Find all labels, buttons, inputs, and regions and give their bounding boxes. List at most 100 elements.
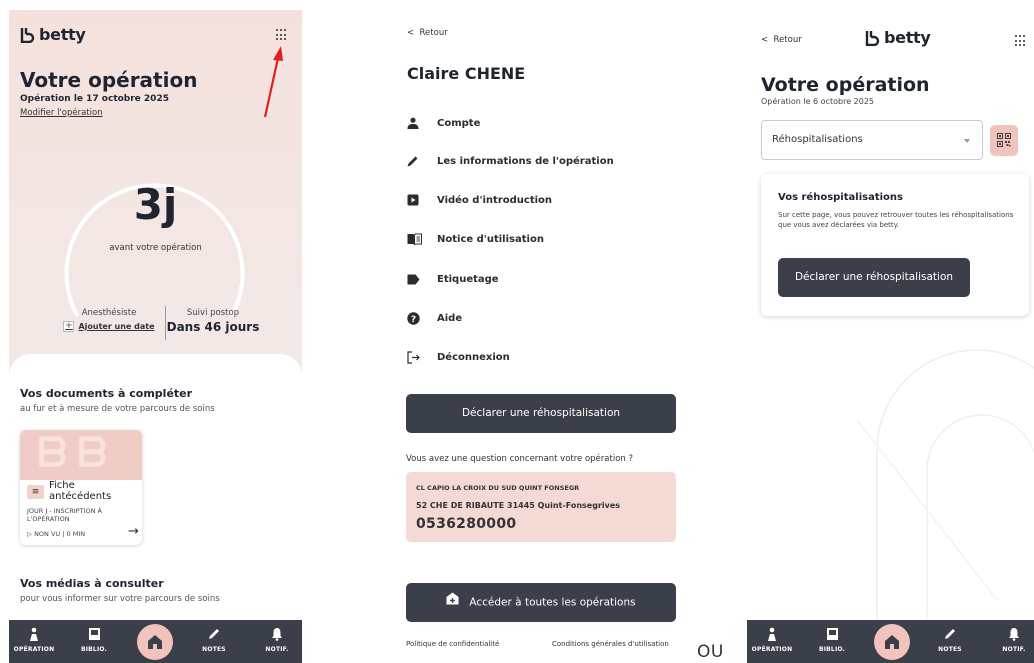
panel-rehospitalisations: < Retour betty Votre opération Opération…	[747, 10, 1034, 663]
bell-icon	[989, 627, 1034, 643]
nav-notes[interactable]: NOTES	[925, 627, 975, 653]
svg-text:?: ?	[411, 314, 416, 324]
add-folder-icon	[446, 583, 459, 622]
countdown-value: 3j	[133, 180, 178, 229]
nav-notif[interactable]: NOTIF.	[252, 627, 302, 653]
menu-item-help[interactable]: ? Aide	[407, 308, 687, 328]
privacy-link[interactable]: Politique de confidentialité	[406, 640, 499, 648]
betty-logo-text: betty	[39, 25, 86, 44]
menu-item-label: Vidéo d'introduction	[437, 194, 553, 206]
nav-operation[interactable]: OPÉRATION	[9, 627, 59, 653]
declare-rehospitalisation-button[interactable]: Déclarer une réhospitalisation	[778, 258, 970, 297]
label-icon	[407, 274, 437, 285]
book-icon	[69, 627, 119, 643]
declare-rehospitalisation-button[interactable]: Déclarer une réhospitalisation	[406, 394, 676, 433]
back-button[interactable]: < Retour	[761, 35, 802, 45]
question-text: Vous avez une question concernant votre …	[406, 454, 633, 464]
menu-item-labeling[interactable]: Etiquetage	[407, 269, 687, 289]
bottom-nav: OPÉRATION BIBLIO. NOTES NOTIF.	[9, 620, 302, 663]
pencil-icon	[925, 627, 975, 643]
help-icon: ?	[407, 311, 437, 325]
document-status: ▷ NON VU	[27, 530, 61, 538]
clinic-name: CL CAPIO LA CROIX DU SUD QUINT FONSEGR	[416, 484, 580, 492]
nav-operation-label: OPÉRATION	[751, 646, 793, 653]
menu-item-operation-info[interactable]: Les informations de l'opération	[407, 151, 687, 171]
section-select[interactable]: Réhospitalisations	[761, 120, 983, 160]
document-card[interactable]: ᗷ ᗷ ≡ Fiche antécédents JOUR J - INSCRIP…	[20, 430, 142, 545]
logout-icon	[407, 350, 437, 364]
menu-item-account[interactable]: Compte	[407, 113, 687, 133]
document-meta: ▷ NON VU | 0 MIN	[27, 530, 85, 538]
nav-operation[interactable]: OPÉRATION	[747, 627, 797, 653]
separator-text: OU	[697, 642, 724, 662]
menu-item-user-manual[interactable]: Notice d'utilisation	[407, 229, 687, 249]
menu-item-label: Compte	[437, 117, 481, 129]
docs-section-subtitle: au fur et à mesure de votre parcours de …	[20, 404, 215, 414]
nav-biblio-label: BIBLIO.	[80, 646, 108, 653]
user-name: Claire CHENE	[407, 64, 526, 83]
nav-notes[interactable]: NOTES	[189, 627, 239, 653]
document-duration: 0 MIN	[66, 530, 86, 538]
bottom-nav: OPÉRATION BIBLIO. NOTES NOTIF.	[747, 620, 1034, 663]
nav-home-button[interactable]	[137, 624, 173, 660]
page-title: Votre opération	[761, 74, 930, 96]
chevron-down-icon	[964, 139, 970, 143]
betty-logo: betty	[865, 28, 931, 47]
qr-code-button[interactable]	[990, 125, 1018, 156]
betty-logo-text: betty	[884, 28, 931, 47]
page-title: Votre opération	[20, 68, 198, 92]
qr-code-icon	[997, 133, 1011, 147]
nav-notif[interactable]: NOTIF.	[989, 627, 1034, 653]
decorative-glyph-icon: ᗷ	[38, 430, 67, 476]
nav-biblio[interactable]: BIBLIO.	[807, 627, 857, 653]
panel-operation-home: betty Votre opération Opération le 17 oc…	[9, 10, 302, 663]
book-icon	[407, 233, 437, 245]
card-description: Sur cette page, vous pouvez retrouver to…	[778, 211, 1014, 229]
clinic-address: 52 CHE DE RIBAUTE 31445 Quint-Fonsegrive…	[416, 501, 621, 510]
background-logo-watermark	[856, 349, 1034, 630]
play-icon	[407, 194, 437, 206]
operation-date: Opération le 17 octobre 2025	[20, 94, 169, 104]
chevron-left-icon: <	[407, 28, 415, 38]
arrow-right-icon: →	[128, 524, 139, 539]
back-button[interactable]: < Retour	[407, 28, 448, 38]
rehospitalisations-card: Vos réhospitalisations Sur cette page, v…	[761, 174, 1029, 316]
nav-notif-label: NOTIF.	[1002, 646, 1026, 653]
select-value: Réhospitalisations	[772, 134, 863, 145]
nav-biblio-label: BIBLIO.	[818, 646, 846, 653]
back-label: Retour	[419, 28, 448, 38]
betty-logo-icon	[20, 27, 36, 43]
document-name: Fiche antécédents	[49, 480, 112, 502]
countdown-arc	[64, 183, 245, 317]
modify-operation-link[interactable]: Modifier l'opération	[20, 108, 103, 118]
menu-item-intro-video[interactable]: Vidéo d'introduction	[407, 190, 687, 210]
all-operations-label: Accéder à toutes les opérations	[469, 596, 636, 609]
betty-logo: betty	[20, 25, 86, 44]
person-icon	[407, 117, 437, 129]
bell-icon	[252, 627, 302, 643]
all-operations-button[interactable]: Accéder à toutes les opérations	[406, 583, 676, 622]
terms-link[interactable]: Conditions générales d'utilisation	[552, 640, 669, 648]
apps-grid-icon[interactable]	[276, 29, 288, 41]
media-section-subtitle: pour vous informer sur votre parcours de…	[20, 594, 220, 604]
clinic-phone[interactable]: 0536280000	[416, 516, 516, 532]
menu-item-label: Etiquetage	[437, 273, 499, 285]
postop-label: Suivi postop	[186, 308, 240, 318]
postop-value: Dans 46 jours	[166, 320, 260, 334]
apps-grid-icon[interactable]	[1015, 35, 1027, 47]
chevron-left-icon: <	[761, 35, 769, 45]
nav-home-button[interactable]	[874, 624, 910, 660]
add-date-link[interactable]: + Ajouter une date	[63, 321, 155, 332]
person-walk-icon	[747, 627, 797, 643]
menu-item-logout[interactable]: Déconnexion	[407, 347, 687, 367]
screenshot-stage: betty Votre opération Opération le 17 oc…	[0, 0, 1034, 663]
operation-date: Opération le 6 octobre 2025	[761, 97, 875, 106]
panel-profile-menu: < Retour Claire CHENE Compte Les informa…	[395, 10, 695, 663]
pencil-icon	[189, 627, 239, 643]
media-section-title: Vos médias à consulter	[20, 577, 164, 590]
anesthesiste-stat: Anesthésiste + Ajouter une date	[53, 308, 165, 332]
betty-logo-icon	[865, 30, 881, 46]
nav-biblio[interactable]: BIBLIO.	[69, 627, 119, 653]
nav-notif-label: NOTIF.	[265, 646, 289, 653]
menu-item-label: Notice d'utilisation	[437, 233, 544, 245]
